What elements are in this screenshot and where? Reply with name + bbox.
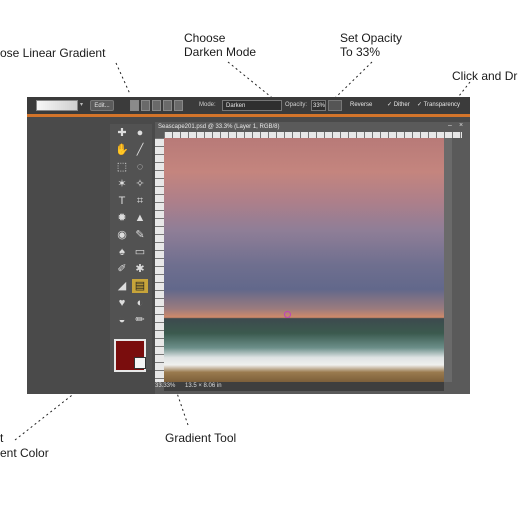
image-canvas[interactable]: [164, 138, 444, 382]
transparency-checkbox[interactable]: ✓ Transparency: [417, 100, 460, 111]
pencil-icon[interactable]: ✏: [132, 313, 148, 327]
drag-target-marker: [284, 311, 291, 318]
angle-gradient-button[interactable]: [152, 100, 161, 111]
vertical-scrollbar[interactable]: [444, 138, 452, 382]
diamond-gradient-button[interactable]: [174, 100, 183, 111]
gradient-preview-swatch[interactable]: [36, 100, 78, 111]
annotation-click-drag: Click and Dr: [452, 69, 518, 83]
annotation-opacity-line1: Set Opacity: [340, 31, 403, 45]
smart-brush-icon[interactable]: ✱: [132, 262, 148, 276]
shape-icon[interactable]: ♥: [114, 296, 130, 310]
cookie-cutter-icon[interactable]: ✹: [114, 211, 130, 225]
crop-icon[interactable]: ⌗: [132, 194, 148, 208]
move-icon[interactable]: ✚: [114, 126, 130, 140]
blend-mode-select[interactable]: Darken: [222, 100, 282, 111]
brush-icon[interactable]: ✐: [114, 262, 130, 276]
clone-stamp-icon[interactable]: ♠: [114, 245, 130, 259]
type-icon[interactable]: T: [114, 194, 130, 208]
document-window: Seascape201.psd @ 33.3% (Layer 1, RGB/8)…: [155, 122, 470, 394]
selection-brush-icon[interactable]: ✧: [132, 177, 148, 191]
tool-options-bar: ▾ Edit... Mode: Darken Opacity: 33% Reve…: [27, 97, 470, 117]
zoom-icon[interactable]: ●: [132, 126, 148, 140]
dither-checkbox[interactable]: ✓ Dither: [387, 100, 410, 111]
minimize-icon[interactable]: –: [448, 122, 452, 129]
gradient-picker-arrow-icon[interactable]: ▾: [80, 100, 83, 111]
reverse-checkbox[interactable]: Reverse: [350, 100, 372, 111]
hand-icon[interactable]: ✋: [114, 143, 130, 157]
background-color-swatch[interactable]: [134, 357, 146, 369]
lasso-icon[interactable]: ◌: [132, 160, 148, 174]
red-eye-icon[interactable]: ◉: [114, 228, 130, 242]
annotation-opacity-line2: To 33%: [340, 45, 381, 59]
annotation-fg-line2: ent Color: [0, 446, 49, 460]
opacity-label: Opacity:: [285, 102, 308, 108]
radial-gradient-button[interactable]: [141, 100, 150, 111]
document-title[interactable]: Seascape201.psd @ 33.3% (Layer 1, RGB/8): [158, 123, 280, 132]
gradient-icon[interactable]: ▤: [132, 279, 148, 293]
blur-icon[interactable]: ◐: [132, 296, 148, 310]
annotation-darken-line1: Choose: [184, 31, 226, 45]
paint-bucket-icon[interactable]: ◢: [114, 279, 130, 293]
healing-brush-icon[interactable]: ✎: [132, 228, 148, 242]
marquee-icon[interactable]: ⬚: [114, 160, 130, 174]
eyedropper-icon[interactable]: ╱: [132, 143, 148, 157]
opacity-slider[interactable]: [328, 100, 342, 111]
toolbox: ✚ ● ✋ ╱ ⬚ ◌ ✶ ✧ T ⌗ ✹ ▲ ◉ ✎ ♠ ▭ ✐ ✱ ◢ ▤ ♥ ◐ ◒ ✏: [110, 124, 152, 372]
annotation-fg-line1: t: [0, 431, 4, 445]
linear-gradient-button[interactable]: [130, 100, 139, 111]
annotation-linear-gradient: ose Linear Gradient: [0, 46, 106, 60]
eraser-icon[interactable]: ▭: [132, 245, 148, 259]
editor-window: ▾ Edit... Mode: Darken Opacity: 33% Reve…: [27, 97, 470, 394]
straighten-icon[interactable]: ▲: [132, 211, 148, 225]
annotation-gradient-tool: Gradient Tool: [165, 431, 237, 445]
reflected-gradient-button[interactable]: [163, 100, 172, 111]
edit-gradient-button[interactable]: Edit...: [90, 100, 114, 111]
zoom-level[interactable]: 33.33%: [155, 382, 175, 391]
magic-wand-icon[interactable]: ✶: [114, 177, 130, 191]
close-icon[interactable]: ×: [459, 122, 463, 129]
annotation-darken-line2: Darken Mode: [184, 45, 257, 59]
opacity-input[interactable]: 33%: [311, 100, 326, 111]
sponge-icon[interactable]: ◒: [114, 313, 130, 327]
document-size-status: 13.5 × 8.06 in: [185, 383, 222, 389]
mode-label: Mode:: [199, 102, 216, 108]
ruler-vertical: [155, 138, 164, 382]
